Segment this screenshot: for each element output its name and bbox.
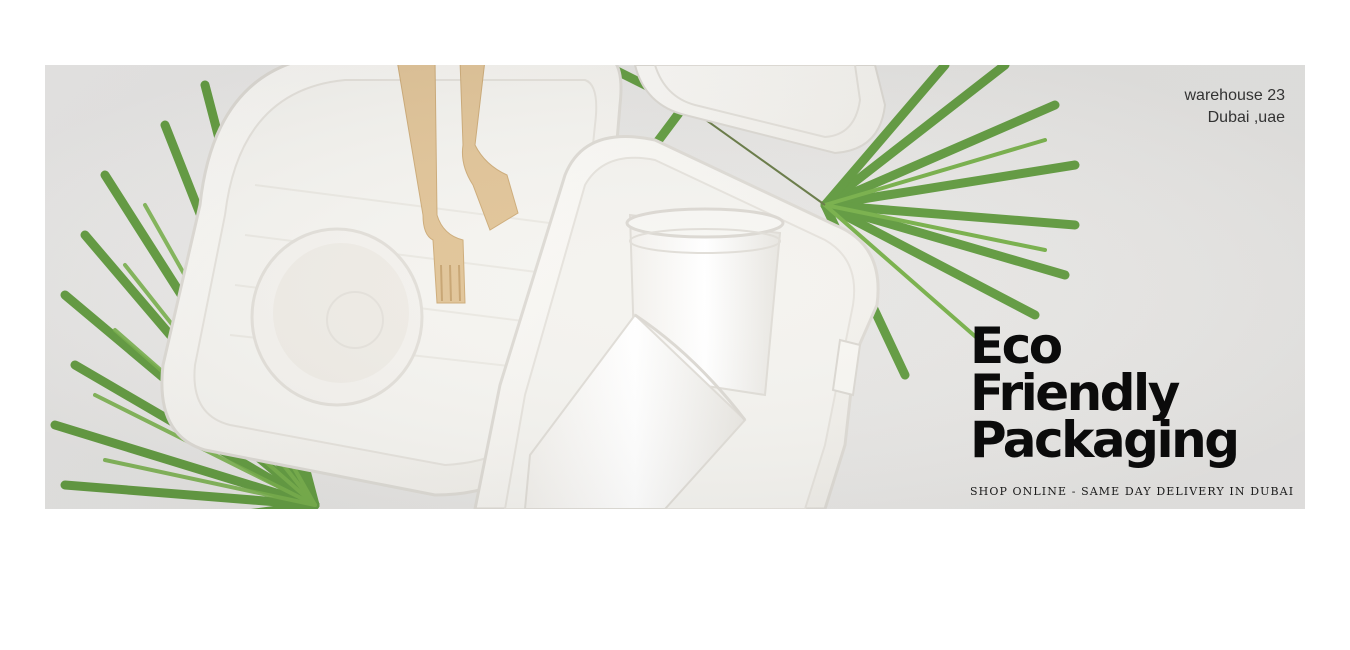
tagline: SHOP ONLINE - SAME DAY DELIVERY IN DUBAI [970, 485, 1295, 498]
headline-line-2: Friendly [970, 364, 1180, 422]
address-line-warehouse: warehouse 23 [1184, 87, 1285, 104]
headline: Eco Friendly Packaging [970, 317, 1240, 469]
address-line-city: Dubai ,uae [1207, 109, 1285, 126]
address-block: warehouse 23 Dubai ,uae [1184, 85, 1285, 129]
hero-banner: warehouse 23 Dubai ,uae Eco Friendly Pac… [45, 65, 1305, 509]
headline-line-3: Packaging [970, 411, 1240, 469]
headline-line-1: Eco [970, 317, 1063, 375]
